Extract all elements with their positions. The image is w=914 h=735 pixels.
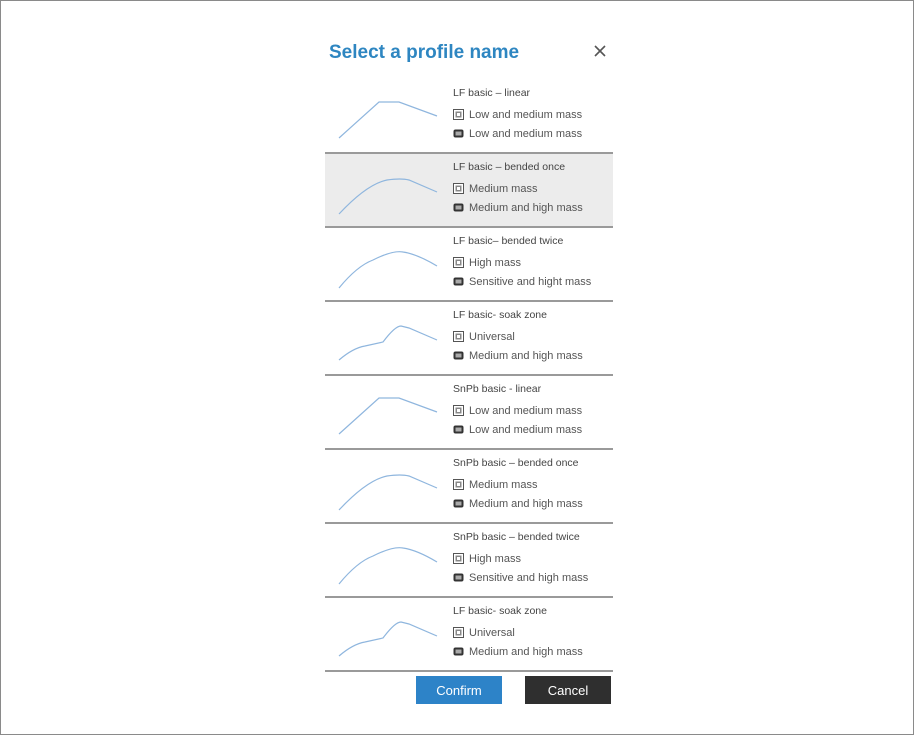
- profile-name: SnPb basic – bended once: [453, 457, 579, 469]
- profile-item[interactable]: LF basic– bended twice High mass Sensitive…: [325, 228, 613, 302]
- cancel-button[interactable]: Cancel: [525, 676, 611, 704]
- profile-info: LF basic- soak zone Universal Medium and h…: [453, 307, 583, 365]
- profile-board-mass: Low and medium mass: [453, 105, 582, 124]
- profile-item[interactable]: LF basic- soak zone Universal Medium and h…: [325, 598, 613, 672]
- profile-name: LF basic – bended once: [453, 161, 566, 173]
- profile-board-mass: Medium mass: [453, 179, 583, 198]
- dialog-buttons: Confirm Cancel: [325, 676, 613, 706]
- profile-board-mass: High mass: [453, 549, 588, 568]
- board-icon: [453, 405, 464, 416]
- profile-component-mass: Medium and high mass: [453, 346, 583, 365]
- profile-curve-icon: [338, 547, 438, 585]
- board-icon: [453, 257, 464, 268]
- mass-label: Medium and high mass: [469, 645, 583, 658]
- profile-board-mass: High mass: [453, 253, 591, 272]
- profile-component-mass: Sensitive and hight mass: [453, 272, 591, 291]
- profile-item[interactable]: SnPb basic - linear Low and medium mass Lo…: [325, 376, 613, 450]
- chip-icon: [453, 573, 464, 582]
- board-icon: [453, 479, 464, 490]
- profile-curve-icon: [338, 621, 438, 657]
- profile-component-mass: Medium and high mass: [453, 642, 583, 661]
- close-icon[interactable]: [589, 40, 611, 62]
- board-icon: [453, 183, 464, 194]
- board-icon: [453, 627, 464, 638]
- profile-curve-icon: [338, 474, 438, 511]
- profile-curve-icon: [338, 325, 438, 361]
- profile-curve-icon: [338, 397, 438, 435]
- mass-label: Medium and high mass: [469, 497, 583, 510]
- mass-label: Low and medium mass: [469, 423, 583, 436]
- profile-component-mass: Medium and high mass: [453, 198, 583, 217]
- profile-item[interactable]: LF basic- soak zone Universal Medium and h…: [325, 302, 613, 376]
- chip-icon: [453, 425, 464, 434]
- profile-board-mass: Low and medium mass: [453, 401, 582, 420]
- profile-info: LF basic – linear Low and medium mass Low …: [453, 85, 582, 143]
- profile-info: LF basic – bended once Medium mass Medium …: [453, 159, 583, 217]
- mass-label: Medium and high mass: [469, 201, 583, 214]
- profile-info: SnPb basic – bended twice High mass Sensit…: [453, 529, 588, 587]
- profile-component-mass: Low and medium mass: [453, 420, 582, 439]
- profile-name: LF basic– bended twice: [453, 235, 564, 247]
- board-icon: [453, 331, 464, 342]
- dialog-title: Select a profile name: [329, 42, 520, 63]
- profile-item[interactable]: LF basic – linear Low and medium mass Low …: [325, 80, 613, 154]
- mass-label: Low and medium mass: [469, 127, 583, 140]
- profile-list: LF basic – linear Low and medium mass Low …: [325, 80, 613, 672]
- profile-info: SnPb basic - linear Low and medium mass Lo…: [453, 381, 582, 439]
- profile-board-mass: Universal: [453, 327, 583, 346]
- chip-icon: [453, 499, 464, 508]
- profile-name: SnPb basic – bended twice: [453, 531, 580, 543]
- chip-icon: [453, 203, 464, 212]
- board-icon: [453, 109, 464, 120]
- profile-item[interactable]: LF basic – bended once Medium mass Medium …: [325, 154, 613, 228]
- profile-curve-icon: [338, 251, 438, 289]
- mass-label: Sensitive and hight mass: [469, 275, 592, 288]
- profile-info: LF basic– bended twice High mass Sensitive…: [453, 233, 591, 291]
- profile-board-mass: Medium mass: [453, 475, 583, 494]
- board-icon: [453, 553, 464, 564]
- profile-name: SnPb basic - linear: [453, 383, 542, 395]
- chip-icon: [453, 647, 464, 656]
- profile-name: LF basic- soak zone: [453, 605, 547, 617]
- profile-item[interactable]: SnPb basic – bended twice High mass Sensit…: [325, 524, 613, 598]
- profile-info: LF basic- soak zone Universal Medium and h…: [453, 603, 583, 661]
- profile-component-mass: Medium and high mass: [453, 494, 583, 513]
- profile-component-mass: Low and medium mass: [453, 124, 582, 143]
- chip-icon: [453, 129, 464, 138]
- mass-label: Medium and high mass: [469, 349, 583, 362]
- confirm-button[interactable]: Confirm: [416, 676, 502, 704]
- profile-board-mass: Universal: [453, 623, 583, 642]
- chip-icon: [453, 277, 464, 286]
- profile-name: LF basic – linear: [453, 87, 531, 99]
- profile-info: SnPb basic – bended once Medium mass Mediu…: [453, 455, 583, 513]
- profile-item[interactable]: SnPb basic – bended once Medium mass Mediu…: [325, 450, 613, 524]
- mass-label: Sensitive and high mass: [469, 571, 589, 584]
- profile-curve-icon: [338, 178, 438, 215]
- profile-name: LF basic- soak zone: [453, 309, 547, 321]
- profile-component-mass: Sensitive and high mass: [453, 568, 588, 587]
- chip-icon: [453, 351, 464, 360]
- profile-curve-icon: [338, 101, 438, 139]
